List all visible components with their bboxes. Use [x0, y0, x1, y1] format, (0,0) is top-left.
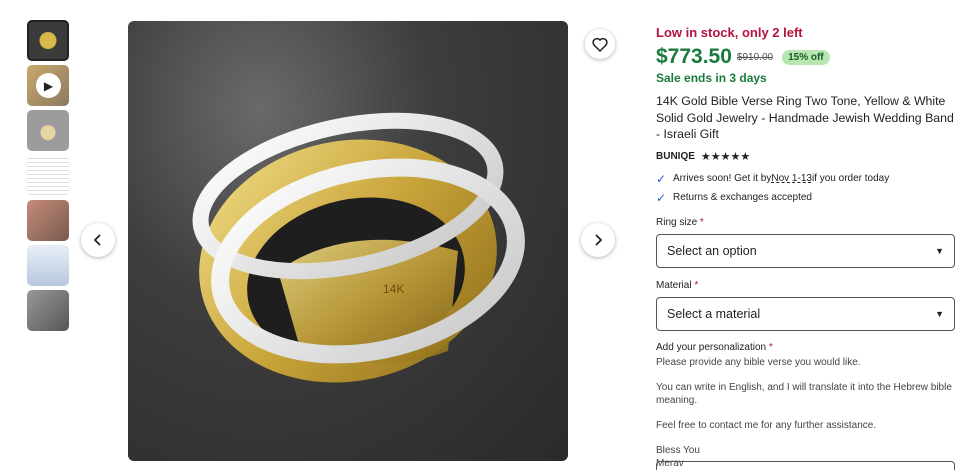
delivery-date[interactable]: Nov 1-13 [771, 173, 812, 184]
photo-thumb-7[interactable] [27, 290, 69, 331]
caret-down-icon: ▼ [935, 308, 944, 319]
ring-size-select[interactable]: Select an option ▼ [656, 233, 955, 268]
material-value: Select a material [667, 306, 761, 321]
discount-badge: 15% off [782, 49, 830, 65]
caret-down-icon: ▼ [935, 245, 944, 256]
instruction-line: Please provide any bible verse you would… [656, 356, 861, 368]
shop-row: BUNIQE ★★★★★ [656, 150, 956, 163]
personalization-label: Add your personalization * [656, 341, 773, 353]
delivery-suffix: if you order today [811, 173, 890, 184]
instruction-line: You can write in English, and I will tra… [656, 381, 952, 406]
next-image-button[interactable] [581, 223, 615, 257]
play-icon: ▶ [36, 73, 61, 98]
required-mark: * [699, 216, 704, 228]
required-mark: * [768, 341, 773, 353]
photo-thumb-5[interactable] [27, 200, 69, 241]
video-thumb[interactable]: ▶ [27, 65, 69, 106]
stock-status: Low in stock, only 2 left [656, 25, 803, 40]
thumbnail-list: ▶ [27, 20, 70, 335]
checkmark-icon: ✓ [656, 190, 667, 205]
returns-text: Returns & exchanges accepted [673, 192, 812, 203]
chevron-left-icon [93, 234, 101, 246]
product-title: 14K Gold Bible Verse Ring Two Tone, Yell… [656, 94, 954, 141]
shop-name-link[interactable]: BUNIQE [656, 151, 695, 162]
ring-size-value: Select an option [667, 243, 757, 258]
returns-row: ✓ Returns & exchanges accepted [656, 191, 956, 205]
material-label: Material * [656, 279, 699, 291]
sale-countdown: Sale ends in 3 days [656, 71, 767, 85]
original-price: $910.00 [736, 51, 774, 63]
chevron-right-icon [595, 234, 603, 246]
checkmark-icon: ✓ [656, 171, 667, 186]
product-details: Low in stock, only 2 left $773.50 $910.0… [656, 24, 956, 470]
photo-thumb-6[interactable] [27, 245, 69, 286]
instruction-line: Feel free to contact me for any further … [656, 419, 877, 431]
previous-image-button[interactable] [81, 223, 115, 257]
current-price: $773.50 [656, 45, 732, 68]
delivery-prefix: Arrives soon! Get it by [673, 173, 772, 184]
price-row: $773.50 $910.00 15% off [656, 45, 956, 69]
ring-illustration: 14K [192, 112, 525, 383]
favorite-button[interactable] [585, 29, 615, 59]
ring-thumb-3[interactable] [27, 110, 69, 151]
heart-icon [592, 37, 608, 52]
main-product-image: 14K [128, 21, 568, 461]
personalization-input[interactable] [656, 461, 955, 470]
star-rating[interactable]: ★★★★★ [701, 150, 750, 163]
ring-thumb-1[interactable] [27, 20, 69, 61]
material-select[interactable]: Select a material ▼ [656, 296, 955, 331]
delivery-row: ✓ Arrives soon! Get it by Nov 1-13 if yo… [656, 172, 956, 186]
karat-stamp: 14K [383, 282, 404, 296]
required-mark: * [694, 279, 699, 291]
ring-size-label: Ring size * [656, 216, 704, 228]
text-thumb[interactable] [27, 155, 69, 196]
instruction-line: Bless You [656, 444, 700, 456]
personalization-instructions: Please provide any bible verse you would… [656, 356, 956, 470]
